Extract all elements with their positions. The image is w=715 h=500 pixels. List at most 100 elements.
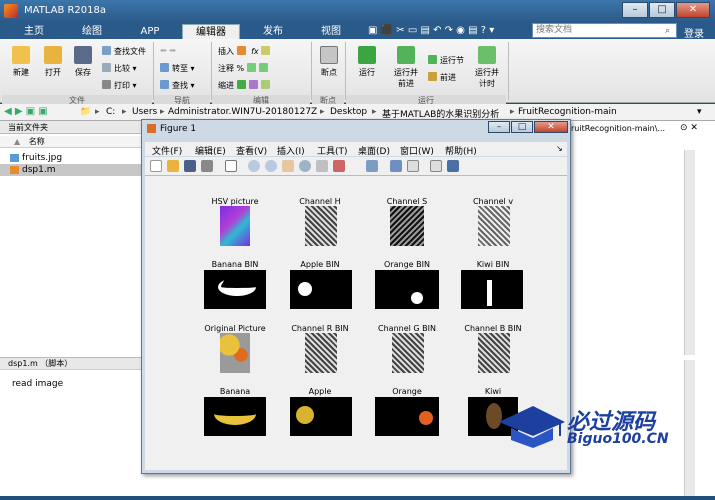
scrollbar[interactable] — [684, 360, 695, 496]
run-time-icon — [478, 46, 496, 64]
apple-image — [290, 397, 352, 436]
matlab-logo-icon — [4, 4, 18, 18]
undock-icon[interactable]: ↘ — [556, 144, 563, 153]
breadcrumb-separator: ▸ — [510, 107, 515, 117]
open-file-icon[interactable] — [167, 160, 179, 172]
channel-h-image — [305, 206, 337, 246]
tab-plots[interactable]: 绘图 — [68, 24, 116, 39]
pan-icon[interactable] — [282, 160, 294, 172]
run-section-button[interactable]: 运行节 — [428, 55, 464, 66]
insert-icon — [236, 46, 246, 55]
login-link[interactable]: 登录 — [684, 25, 704, 40]
tab-home[interactable]: 主页 — [10, 24, 58, 39]
save-label: 保存 — [75, 68, 91, 77]
new-figure-icon[interactable] — [150, 160, 162, 172]
tab-view[interactable]: 视图 — [306, 24, 356, 39]
minimize-button[interactable]: – — [622, 2, 648, 18]
find-files-button[interactable]: 查找文件 — [102, 46, 146, 57]
quick-access-toolbar[interactable]: ▣ ⬛ ✂ ▭ ▤ ↶ ↷ ◉ ▤ ? ▾ — [368, 25, 494, 36]
new-icon — [12, 46, 30, 64]
colorbar-icon[interactable] — [390, 160, 402, 172]
print-figure-icon[interactable] — [201, 160, 213, 172]
tab-apps[interactable]: APP — [126, 24, 174, 39]
run-advance-icon — [397, 46, 415, 64]
file-row-dsp1[interactable]: dsp1.m — [0, 164, 146, 176]
compare-button[interactable]: 比较 ▾ — [102, 63, 137, 74]
figure-minimize-button[interactable]: – — [488, 121, 510, 133]
menu-desktop[interactable]: 桌面(D) — [358, 144, 390, 157]
address-dropdown-icon[interactable]: ▾ — [697, 107, 702, 117]
menu-insert[interactable]: 插入(I) — [277, 144, 305, 157]
menu-view[interactable]: 查看(V) — [236, 144, 267, 157]
search-documentation-input[interactable]: 搜索文档 — [532, 23, 677, 38]
run-and-advance-button[interactable]: 运行并 前进 — [386, 46, 426, 89]
scrollbar[interactable] — [684, 150, 695, 355]
breadcrumb-separator: ▸ — [372, 107, 377, 117]
menu-window[interactable]: 窗口(W) — [400, 144, 434, 157]
open-button[interactable]: 打开 — [38, 46, 68, 78]
current-folder-title: 当前文件夹 — [0, 121, 146, 134]
find-button[interactable]: 查找 ▾ — [160, 80, 195, 91]
menu-tools[interactable]: 工具(T) — [317, 144, 348, 157]
figure-close-button[interactable]: ✕ — [534, 121, 568, 133]
comment-button[interactable]: 注释 % — [218, 63, 271, 74]
menu-edit[interactable]: 编辑(E) — [195, 144, 226, 157]
brush-icon[interactable] — [333, 160, 345, 172]
new-button[interactable]: 新建 — [6, 46, 36, 78]
run-button[interactable]: 运行 — [352, 46, 382, 78]
panel-close-icons[interactable]: ⊙ ✕ — [680, 123, 698, 133]
folder-icon: 📁 — [80, 107, 92, 117]
indent-button[interactable]: 缩进 — [218, 80, 273, 91]
breadcrumb-item[interactable]: Administrator.WIN7U-20180127Z — [168, 107, 317, 117]
tab-publish[interactable]: 发布 — [248, 24, 298, 39]
breadcrumb-separator: ▸ — [122, 107, 127, 117]
breadcrumb-item[interactable]: C: — [106, 107, 115, 117]
run-section-label: 运行节 — [440, 56, 464, 65]
goto-button[interactable]: 转至 ▾ — [160, 63, 195, 74]
tab-editor[interactable]: 编辑器 — [182, 24, 240, 39]
file-row-fruits[interactable]: fruits.jpg — [0, 152, 146, 164]
group-nav-label: 导航 — [154, 95, 210, 105]
breadcrumb-item[interactable]: Users — [132, 107, 157, 117]
save-figure-icon[interactable] — [184, 160, 196, 172]
hide-tools-icon[interactable] — [430, 160, 442, 172]
divider — [153, 42, 154, 100]
find-icon — [160, 80, 169, 89]
search-icon: ⌕ — [665, 26, 671, 36]
divider — [311, 42, 312, 100]
legend-icon[interactable] — [407, 160, 419, 172]
nav-back-forward[interactable]: ⬅ ➡ — [160, 46, 176, 55]
menu-file[interactable]: 文件(F) — [152, 144, 182, 157]
subplot-title: HSV picture — [211, 197, 259, 206]
divider — [508, 42, 509, 100]
zoom-in-icon[interactable] — [248, 160, 260, 172]
show-tools-icon[interactable] — [447, 160, 459, 172]
breadcrumb-item[interactable]: FruitRecognition-main — [518, 107, 617, 117]
advance-button[interactable]: 前进 — [428, 72, 456, 83]
zoom-out-icon[interactable] — [265, 160, 277, 172]
indent-icon — [236, 80, 246, 89]
menu-help[interactable]: 帮助(H) — [445, 144, 477, 157]
breadcrumb-item[interactable]: Desktop — [330, 107, 367, 117]
channel-g-bin-image — [392, 333, 424, 373]
nav-arrows-icon[interactable]: ◀ ▶ ▣ ▣ — [4, 106, 48, 117]
breakpoints-button[interactable]: 断点 — [314, 46, 344, 78]
save-button[interactable]: 保存 — [68, 46, 98, 78]
run-and-time-button[interactable]: 运行并 计时 — [468, 46, 506, 89]
close-button[interactable]: ✕ — [676, 2, 710, 18]
print-button[interactable]: 打印 ▾ — [102, 80, 137, 91]
figure-maximize-button[interactable]: □ — [511, 121, 533, 133]
data-cursor-icon[interactable] — [316, 160, 328, 172]
rotate-icon[interactable] — [299, 160, 311, 172]
pointer-icon[interactable] — [225, 160, 237, 172]
maximize-button[interactable]: □ — [649, 2, 675, 18]
column-header[interactable]: ▲ 名称 — [0, 136, 146, 148]
advance-icon — [428, 72, 437, 81]
insert-label: 插入 — [218, 47, 234, 56]
subplot-title: Orange BIN — [384, 260, 430, 269]
insert-button[interactable]: 插入 fx — [218, 46, 273, 57]
goto-icon — [160, 63, 169, 72]
link-icon[interactable] — [366, 160, 378, 172]
subplot-title: Kiwi BIN — [476, 260, 510, 269]
compare-icon — [102, 63, 111, 72]
